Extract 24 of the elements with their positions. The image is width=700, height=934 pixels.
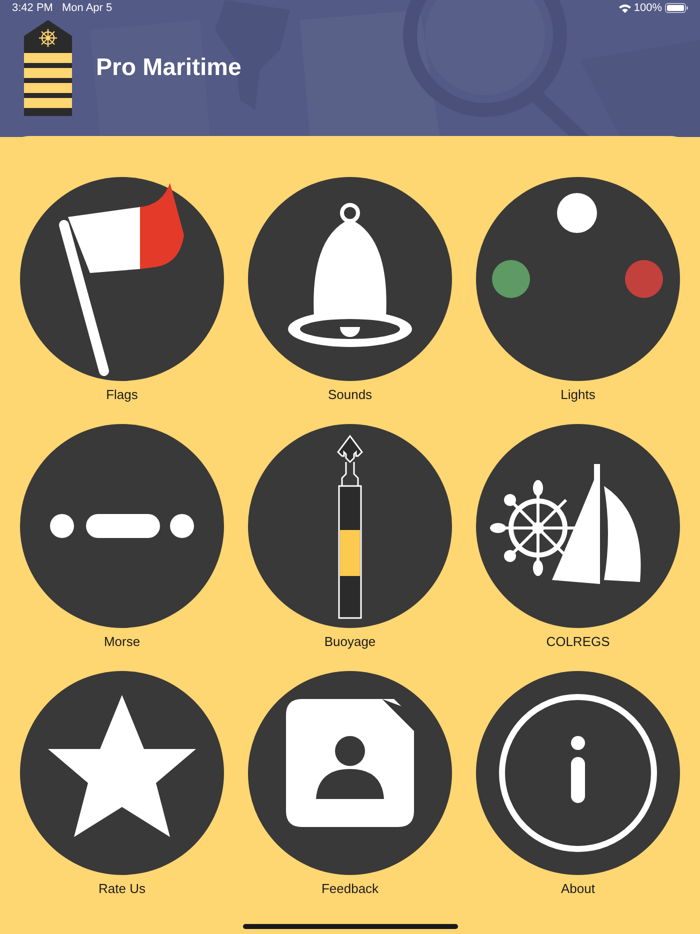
status-date: Mon Apr 5 xyxy=(62,0,112,16)
menu-tile[interactable]: Rate Us xyxy=(8,671,236,897)
menu-tile[interactable]: Buoyage xyxy=(236,424,464,650)
status-time: 3:42 PM xyxy=(12,0,53,16)
info-icon xyxy=(476,671,680,875)
bell-icon xyxy=(248,177,452,381)
menu-tile[interactable]: Morse xyxy=(8,424,236,650)
epaulette-icon xyxy=(24,20,72,116)
lights-icon xyxy=(476,177,680,381)
menu-tile[interactable]: Sounds xyxy=(236,177,464,403)
wheel-and-sailboat-icon xyxy=(476,424,680,628)
menu-tile[interactable]: Flags xyxy=(8,177,236,403)
contact-card-icon xyxy=(248,671,452,875)
app-title: Pro Maritime xyxy=(96,53,242,83)
menu-tile[interactable]: Feedback xyxy=(236,671,464,897)
menu-tile[interactable]: About xyxy=(464,671,692,897)
flag-icon xyxy=(20,177,224,381)
battery-icon xyxy=(665,3,688,13)
morse-icon xyxy=(20,424,224,628)
buoy-icon xyxy=(248,424,452,628)
menu-tile[interactable]: Lights xyxy=(464,177,692,403)
wifi-icon xyxy=(618,4,631,12)
battery-percent: 100% xyxy=(634,0,662,16)
menu-tile[interactable]: COLREGS xyxy=(464,424,692,650)
